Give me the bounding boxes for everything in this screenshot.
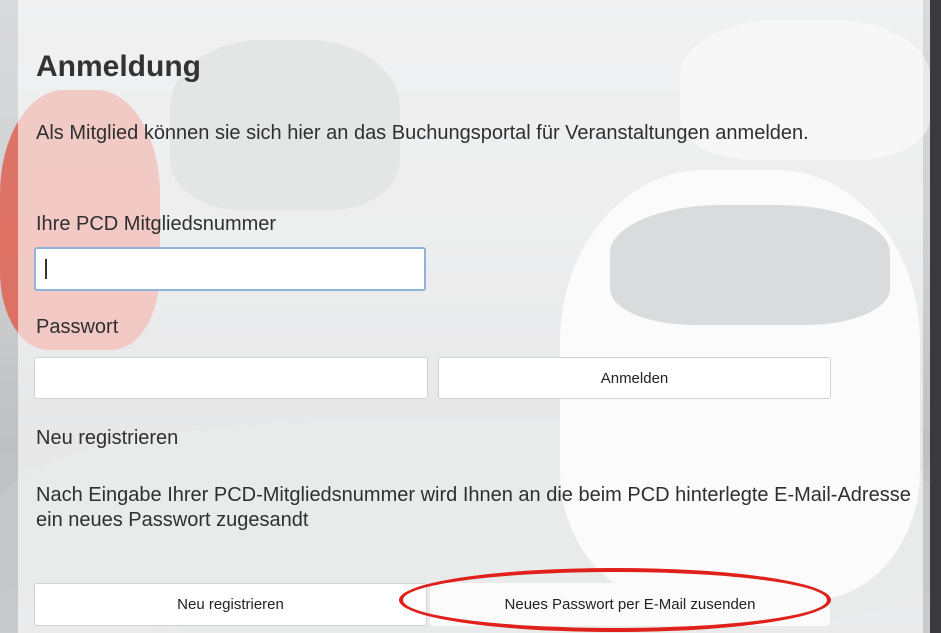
password-input[interactable] <box>34 357 428 399</box>
page-title: Anmeldung <box>36 50 201 83</box>
member-number-input[interactable] <box>34 247 426 291</box>
register-button[interactable]: Neu registrieren <box>34 583 427 626</box>
login-button[interactable]: Anmelden <box>438 357 831 399</box>
login-panel: Anmeldung Als Mitglied können sie sich h… <box>0 0 941 633</box>
register-heading: Neu registrieren <box>36 427 179 449</box>
password-info-text: Nach Eingabe Ihrer PCD-Mitgliedsnummer w… <box>36 484 911 531</box>
member-number-label: Ihre PCD Mitgliedsnummer <box>36 213 277 235</box>
password-label: Passwort <box>36 316 119 338</box>
text-caret <box>45 259 47 279</box>
red-highlight-ellipse <box>399 568 831 632</box>
login-description: Als Mitglied können sie sich hier an das… <box>36 122 809 144</box>
